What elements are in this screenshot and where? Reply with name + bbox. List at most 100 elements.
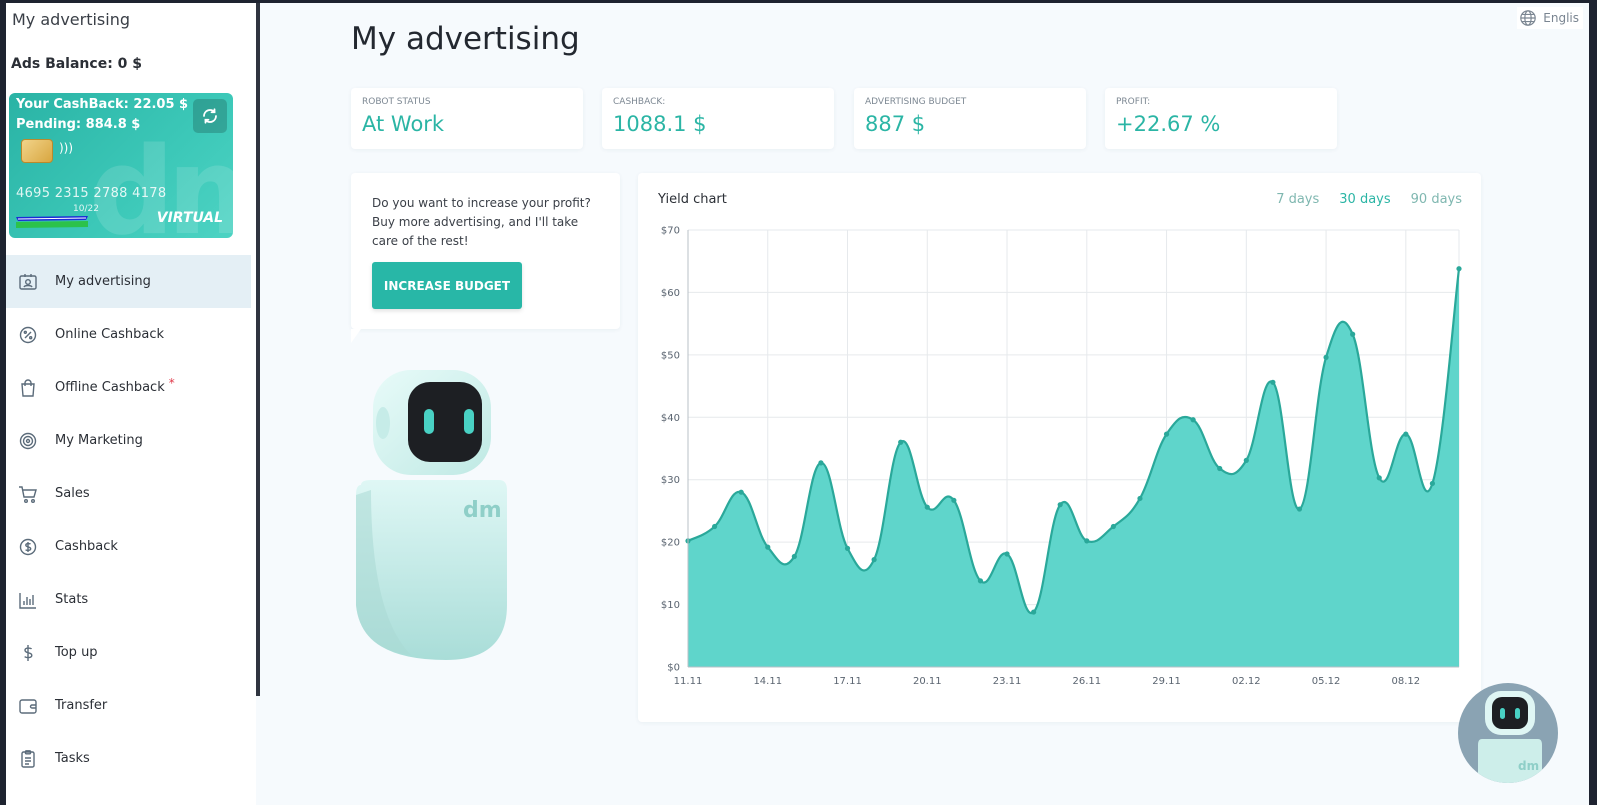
sidebar-item-label: Stats bbox=[55, 592, 89, 607]
stat-cashback: CASHBACK: 1088.1 $ bbox=[602, 88, 834, 149]
stat-profit: PROFIT: +22.67 % bbox=[1105, 88, 1337, 149]
sidebar-item-my-marketing[interactable]: My Marketing bbox=[6, 414, 251, 467]
sidebar-item-label: Top up bbox=[55, 645, 98, 660]
y-tick-label: $30 bbox=[661, 475, 680, 486]
sidebar-item-online-cashback[interactable]: Online Cashback bbox=[6, 308, 251, 361]
sidebar-item-offline-cashback[interactable]: Offline Cashback * bbox=[6, 361, 251, 414]
data-point bbox=[1004, 551, 1010, 557]
data-point bbox=[1429, 480, 1436, 487]
person-card-icon bbox=[18, 272, 38, 292]
data-point bbox=[1456, 266, 1462, 272]
x-tick-label: 20.11 bbox=[913, 676, 942, 687]
data-point bbox=[898, 439, 904, 445]
x-tick-label: 17.11 bbox=[833, 676, 862, 687]
data-point bbox=[1163, 431, 1170, 437]
data-point bbox=[791, 553, 797, 560]
data-point bbox=[1296, 506, 1303, 512]
yield-chart: $0 $10 $20 $30 $40 $50 $60 $70 11.11 14.11 17.11 20… bbox=[661, 226, 1462, 687]
x-tick-label: 26.11 bbox=[1072, 676, 1101, 687]
data-point bbox=[765, 544, 771, 550]
x-tick-label: 08.12 bbox=[1392, 676, 1421, 687]
sidebar-item-label: Online Cashback bbox=[55, 327, 165, 342]
data-point bbox=[1243, 457, 1249, 463]
robot-avatar-icon: dm bbox=[1478, 691, 1542, 783]
shopping-bag-icon bbox=[18, 378, 38, 398]
sidebar-item-cashback[interactable]: Cashback bbox=[6, 520, 251, 573]
y-tick-label: $10 bbox=[661, 600, 680, 611]
stat-value: 1088.1 $ bbox=[613, 112, 707, 136]
percent-badge-icon bbox=[18, 325, 38, 345]
sidebar-item-label: Tasks bbox=[55, 751, 90, 766]
robot-assistant-button[interactable]: dm bbox=[1458, 683, 1558, 783]
data-point bbox=[738, 489, 744, 495]
data-point bbox=[1031, 609, 1037, 615]
data-point bbox=[1137, 495, 1143, 502]
data-point bbox=[818, 460, 824, 466]
stat-label: PROFIT: bbox=[1116, 97, 1151, 107]
language-selector[interactable]: Englis bbox=[1517, 7, 1583, 29]
sidebar-item-stats[interactable]: Stats bbox=[6, 573, 251, 626]
dollar-circle-icon bbox=[18, 537, 38, 557]
globe-icon bbox=[1520, 10, 1537, 26]
data-point bbox=[1270, 379, 1276, 385]
robot-logo: dm bbox=[463, 498, 502, 523]
card-pending: Pending: 884.8 $ bbox=[16, 117, 141, 132]
stat-value: At Work bbox=[362, 112, 445, 136]
series-area bbox=[688, 268, 1459, 667]
data-point bbox=[1217, 465, 1223, 472]
stat-label: ROBOT STATUS bbox=[362, 97, 431, 107]
sidebar-item-tasks[interactable]: Tasks bbox=[6, 732, 251, 785]
contactless-icon: ))) bbox=[59, 141, 74, 155]
sidebar-item-sales[interactable]: Sales bbox=[6, 467, 251, 520]
stat-advertising-budget: ADVERTISING BUDGET 887 $ bbox=[854, 88, 1086, 149]
x-tick-label: 29.11 bbox=[1152, 676, 1181, 687]
sidebar-item-label: Cashback bbox=[55, 539, 118, 554]
robot-illustration: dm bbox=[356, 370, 507, 660]
card-cashback: Your CashBack: 22.05 $ bbox=[16, 97, 189, 112]
tip-text: Do you want to increase your profit? Buy… bbox=[372, 196, 591, 248]
sidebar-item-label: Transfer bbox=[55, 698, 108, 713]
sidebar-item-top-up[interactable]: Top up bbox=[6, 626, 251, 679]
data-point bbox=[1376, 475, 1382, 481]
stat-label: CASHBACK: bbox=[613, 97, 666, 107]
bar-chart-icon bbox=[18, 590, 38, 610]
ads-balance: Ads Balance: 0 $ bbox=[11, 56, 143, 72]
app-window: My advertising Ads Balance: 0 $ dm Your … bbox=[6, 3, 1589, 805]
sidebar-item-my-advertising[interactable]: My advertising bbox=[6, 255, 251, 308]
y-tick-label: $20 bbox=[661, 538, 680, 549]
data-point bbox=[1403, 431, 1409, 437]
increase-budget-button[interactable]: INCREASE BUDGET bbox=[372, 262, 522, 309]
robot-tip-bubble: Do you want to increase your profit? Buy… bbox=[351, 173, 620, 343]
data-point bbox=[1057, 502, 1063, 508]
dollar-icon bbox=[18, 643, 38, 663]
stat-label: ADVERTISING BUDGET bbox=[865, 97, 967, 107]
data-point bbox=[1190, 417, 1196, 423]
sidebar-divider bbox=[256, 3, 260, 696]
y-tick-label: $60 bbox=[661, 288, 680, 299]
page-title: My advertising bbox=[351, 21, 580, 57]
language-label: Englis bbox=[1543, 11, 1579, 25]
data-point bbox=[924, 504, 930, 510]
y-tick-label: $40 bbox=[661, 413, 680, 424]
x-tick-label: 11.11 bbox=[674, 676, 703, 687]
data-point bbox=[844, 545, 851, 551]
data-point bbox=[871, 557, 877, 563]
y-tick-label: $0 bbox=[667, 663, 680, 674]
data-point bbox=[1084, 538, 1090, 544]
x-tick-label: 14.11 bbox=[753, 676, 782, 687]
y-tick-label: $70 bbox=[661, 226, 680, 237]
x-tick-label: 05.12 bbox=[1312, 676, 1341, 687]
sidebar: My advertising Ads Balance: 0 $ dm Your … bbox=[6, 3, 256, 805]
card-number: 4695 2315 2788 4178 bbox=[16, 186, 167, 201]
yield-chart-card: Yield chart 7 days 30 days 90 days $0 $10… bbox=[638, 173, 1481, 722]
data-point bbox=[1323, 354, 1329, 360]
sidebar-item-label: Offline Cashback bbox=[55, 380, 165, 395]
target-icon bbox=[18, 431, 38, 451]
x-tick-label: 02.12 bbox=[1232, 676, 1261, 687]
data-point bbox=[977, 578, 984, 584]
sidebar-nav: My advertising Online Cashback Offline C… bbox=[6, 255, 251, 785]
sidebar-item-transfer[interactable]: Transfer bbox=[6, 679, 251, 732]
refresh-button[interactable] bbox=[193, 99, 227, 133]
stat-value: +22.67 % bbox=[1116, 112, 1221, 136]
y-tick-label: $50 bbox=[661, 350, 680, 361]
